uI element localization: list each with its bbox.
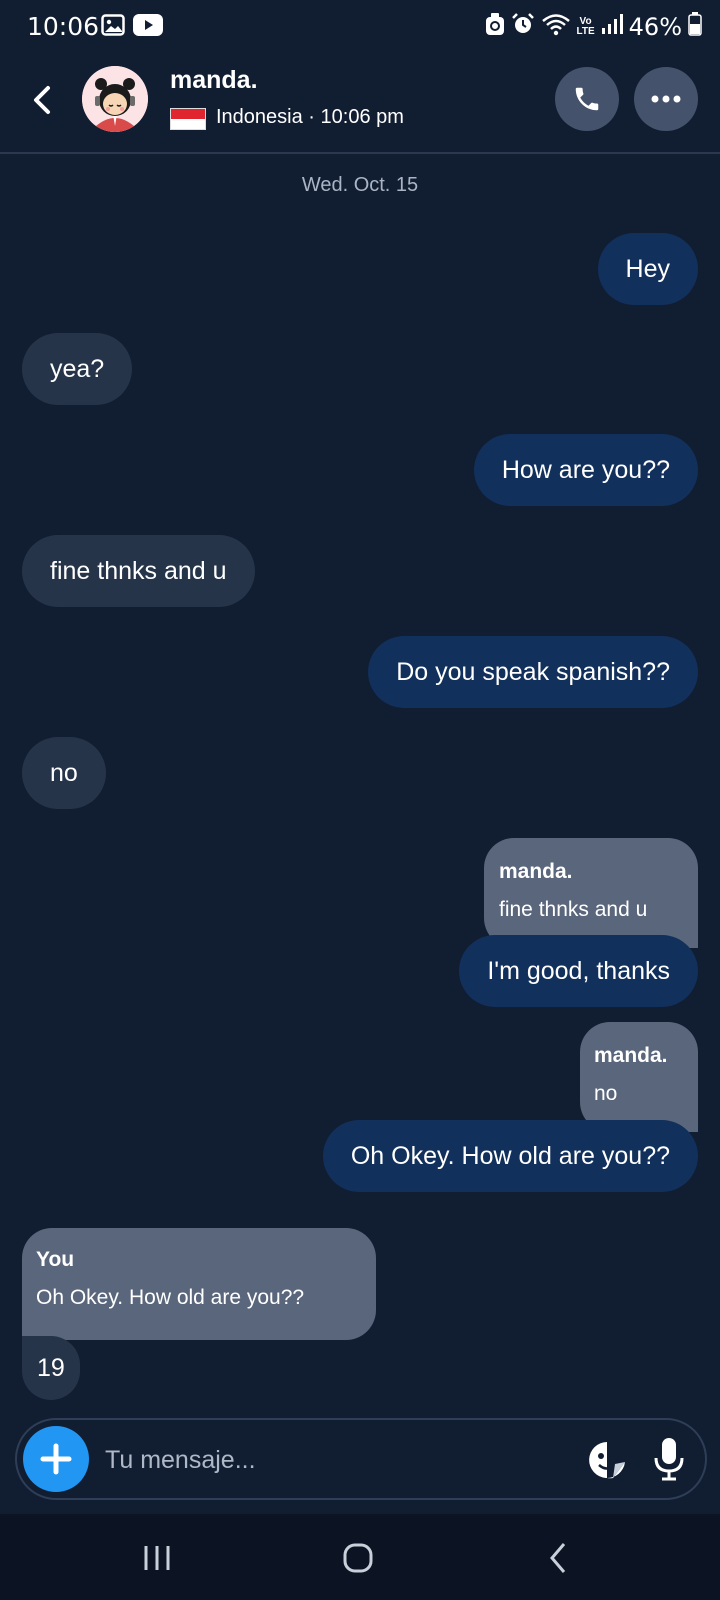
more-options-button[interactable] [634,67,698,131]
back-button[interactable] [26,80,60,120]
quoted-sender: manda. [499,860,573,883]
microphone-icon [654,1438,684,1481]
battery-icon [688,12,702,41]
quoted-text: Oh Okey. How old are you?? [36,1286,305,1309]
battery-percent: 46% [628,12,682,41]
message-incoming[interactable]: fine thnks and u [22,535,255,607]
recents-button[interactable] [137,1538,177,1578]
avatar-illustration [82,66,148,132]
wifi-icon [541,12,571,41]
message-outgoing[interactable]: Oh Okey. How old are you?? [322,1120,698,1192]
date-separator: Wed. Oct. 15 [301,174,419,196]
message-incoming[interactable]: no [22,737,106,809]
message-outgoing[interactable]: How are you?? [473,434,698,506]
back-icon [550,1543,566,1573]
message-incoming[interactable]: yea? [22,333,133,405]
youtube-icon [133,14,163,41]
back-nav-button[interactable] [540,1538,580,1578]
sticker-button[interactable] [587,1440,627,1480]
more-dots-icon [651,95,681,103]
chevron-left-icon [34,86,50,114]
quoted-message[interactable]: manda. no [580,1022,698,1132]
quoted-message[interactable]: You Oh Okey. How old are you?? [22,1228,376,1340]
message-outgoing[interactable]: I'm good, thanks [459,935,698,1007]
chat-header: manda. Indonesia · 10:06 pm [0,52,720,154]
volte-icon: Vo LTE [576,16,595,37]
plus-icon [40,1443,72,1475]
attach-button[interactable] [23,1426,89,1492]
contact-name[interactable]: manda. [170,66,258,95]
message-input[interactable] [105,1438,545,1482]
quoted-text: no [594,1082,618,1105]
signal-icon [601,13,623,40]
system-nav-bar [0,1514,720,1600]
quoted-sender: You [36,1248,75,1271]
status-time: 10:06 [27,12,100,41]
message-outgoing[interactable]: Do you speak spanish?? [368,636,698,708]
alarm-icon [511,12,535,41]
status-left-icons [101,14,163,41]
home-icon [343,1543,373,1573]
quoted-sender: manda. [594,1044,668,1067]
call-button[interactable] [555,67,619,131]
quoted-text: fine thnks and u [499,898,648,921]
voice-button[interactable] [651,1436,687,1482]
sticker-icon [589,1442,625,1479]
avatar[interactable] [82,66,148,132]
status-right-icons: Vo LTE 46% [485,12,703,41]
status-bar: 10:06 Vo LTE 46% [0,0,720,52]
message-composer [15,1418,707,1500]
volte-bottom-text: LTE [576,25,595,37]
message-outgoing[interactable]: Hey [597,233,698,305]
image-icon [101,14,125,41]
quoted-message[interactable]: manda. fine thnks and u [484,838,698,948]
recycle-icon [485,12,505,41]
home-button[interactable] [339,1538,379,1578]
message-incoming[interactable]: 19 [22,1336,80,1400]
phone-icon [575,87,599,111]
recents-icon [144,1546,170,1570]
indonesia-flag-icon [170,108,206,130]
contact-location-time: Indonesia · 10:06 pm [216,106,404,128]
